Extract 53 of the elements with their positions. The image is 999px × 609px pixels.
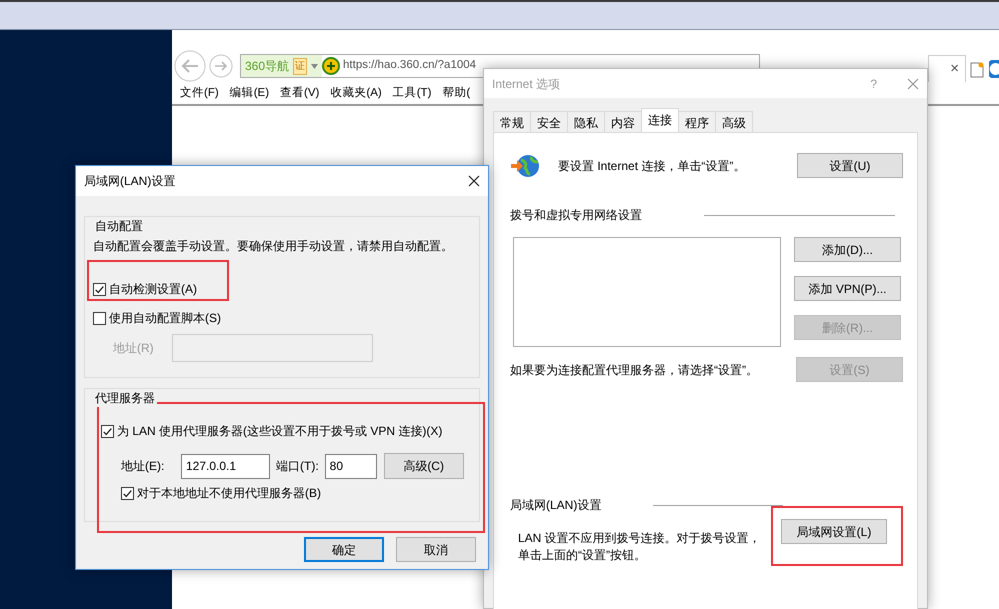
forward-icon[interactable] — [209, 54, 233, 78]
group-label: 代理服务器 — [93, 389, 157, 407]
menu-item[interactable]: 文件(F) — [180, 85, 219, 103]
certificate-badge: 证 — [293, 58, 308, 74]
dialog-button[interactable]: 设置(U) — [797, 153, 903, 178]
close-icon[interactable] — [468, 175, 480, 187]
menu-item[interactable]: 编辑(E) — [230, 85, 270, 103]
checkbox-label: 使用自动配置脚本(S) — [109, 310, 221, 327]
tab-close-button[interactable]: × — [950, 58, 959, 80]
hint-text: 如果要为连接配置代理服务器，请选择“设置”。 — [510, 362, 759, 378]
back-icon[interactable] — [174, 50, 206, 82]
checkbox[interactable] — [93, 312, 106, 324]
connection-list[interactable] — [513, 237, 781, 347]
address-field[interactable]: 127.0.0.1 — [181, 454, 270, 478]
checkbox[interactable] — [101, 424, 114, 438]
browser-logo-icon — [989, 60, 999, 78]
globe-icon — [510, 154, 540, 178]
dialog-button[interactable]: 添加 VPN(P)... — [794, 276, 901, 301]
description-text: 自动配置会覆盖手动设置。要确保使用手动设置，请禁用自动配置。 — [93, 238, 454, 255]
dialog-button[interactable]: 确定 — [304, 537, 384, 562]
tab[interactable]: 常规 — [493, 111, 531, 132]
field-label: 端口(T): — [276, 458, 319, 475]
checkbox-label: 对于本地地址不使用代理服务器(B) — [137, 485, 321, 502]
tab[interactable]: 连接 — [641, 108, 679, 132]
field-label: 地址(R) — [113, 340, 154, 357]
site-label: 360导航 — [245, 58, 290, 75]
tab[interactable]: 隐私 — [567, 111, 605, 132]
checkbox[interactable] — [93, 282, 106, 296]
section-heading: 局域网(LAN)设置 — [510, 497, 602, 514]
menu-item[interactable]: 收藏夹(A) — [330, 85, 382, 103]
checkbox-label: 为 LAN 使用代理服务器(这些设置不用于拨号或 VPN 连接)(X) — [117, 423, 442, 440]
tab[interactable]: 安全 — [530, 111, 568, 132]
dialog-title: 局域网(LAN)设置 — [84, 173, 176, 190]
checkbox[interactable] — [121, 486, 134, 500]
url-text: https://hao.360.cn/?a1004 — [343, 58, 476, 74]
site-icon — [322, 57, 340, 75]
port-field[interactable]: 80 — [324, 454, 377, 478]
dialog-button[interactable]: 添加(D)... — [794, 237, 901, 262]
menu-item[interactable]: 工具(T) — [392, 85, 432, 103]
menu-item[interactable]: 帮助( — [442, 85, 470, 103]
field-label: 地址(E): — [121, 458, 166, 475]
dropdown-icon[interactable] — [311, 64, 318, 68]
setup-text: 要设置 Internet 连接，单击“设置”。 — [558, 158, 746, 174]
tab[interactable]: 高级 — [715, 111, 753, 132]
lan-settings-button[interactable]: 局域网设置(L) — [781, 519, 887, 544]
description-text: LAN 设置不应用到拨号连接。对于拨号设置，单击上面的“设置”按钮。 — [518, 530, 761, 564]
dialog-title: Internet 选项 — [492, 76, 560, 92]
advanced-button[interactable]: 高级(C) — [384, 453, 464, 479]
dialog-button[interactable]: 取消 — [396, 537, 476, 562]
menu-item[interactable]: 查看(V) — [280, 85, 320, 103]
new-tab-icon[interactable] — [970, 62, 984, 78]
section-heading: 拨号和虚拟专用网络设置 — [510, 207, 643, 224]
checkbox-label: 自动检测设置(A) — [109, 281, 197, 298]
